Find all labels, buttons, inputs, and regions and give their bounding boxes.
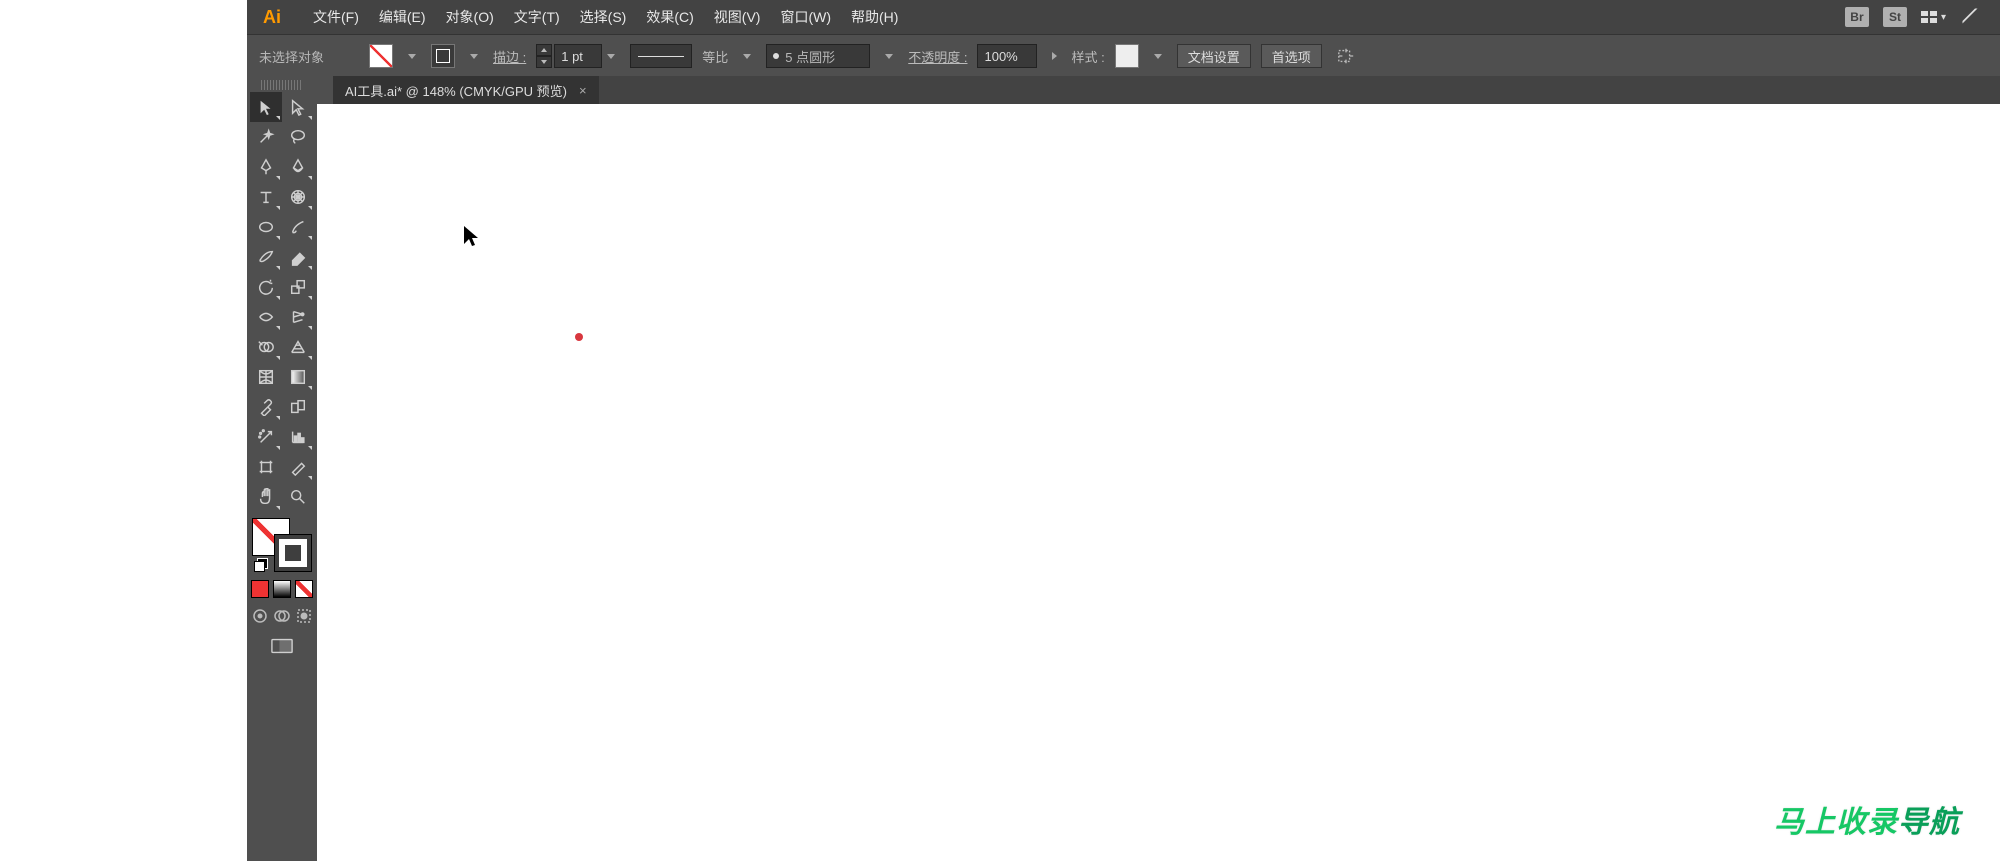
gpu-preview-icon[interactable]	[1960, 6, 1980, 29]
symbol-sprayer-tool[interactable]	[250, 422, 282, 452]
document-tab-strip: AI工具.ai* @ 148% (CMYK/GPU 预览) ×	[247, 76, 2000, 104]
column-graph-tool[interactable]	[282, 422, 314, 452]
chevron-down-icon: ▾	[1941, 12, 1946, 23]
color-mode-solid[interactable]	[251, 580, 269, 598]
polar-grid-tool[interactable]	[282, 182, 314, 212]
opacity-label[interactable]: 不透明度 :	[908, 47, 967, 66]
app-logo-icon: Ai	[255, 0, 289, 34]
fill-stroke-swatches[interactable]	[252, 518, 312, 572]
graphic-style-dropdown[interactable]	[1149, 45, 1167, 67]
type-tool[interactable]	[250, 182, 282, 212]
style-label: 样式 :	[1071, 47, 1104, 66]
opacity-value[interactable]: 100%	[977, 44, 1037, 68]
stroke-label[interactable]: 描边 :	[493, 47, 526, 66]
arrange-documents-button[interactable]: ▾	[1921, 11, 1946, 23]
fill-dropdown[interactable]	[403, 45, 421, 67]
stroke-dropdown[interactable]	[465, 45, 483, 67]
stroke-color-swatch[interactable]	[274, 534, 312, 572]
document-tab[interactable]: AI工具.ai* @ 148% (CMYK/GPU 预览) ×	[333, 76, 599, 104]
draw-mode-row	[252, 608, 312, 624]
blend-tool[interactable]	[282, 392, 314, 422]
scale-tool[interactable]	[282, 272, 314, 302]
stroke-swatch[interactable]	[431, 44, 455, 68]
stroke-weight-dropdown[interactable]	[602, 45, 620, 67]
graphic-style-swatch[interactable]	[1115, 44, 1139, 68]
color-mode-none[interactable]	[295, 580, 313, 598]
menu-bar: Ai 文件(F) 编辑(E) 对象(O) 文字(T) 选择(S) 效果(C) 视…	[247, 0, 2000, 34]
perspective-grid-tool[interactable]	[282, 332, 314, 362]
brush-definition[interactable]: 5 点圆形	[766, 44, 870, 68]
screen-mode-button[interactable]	[271, 638, 293, 657]
cursor-icon	[463, 225, 479, 250]
document-setup-button[interactable]: 文档设置	[1177, 44, 1251, 68]
selection-tool[interactable]	[250, 92, 282, 122]
paintbrush-tool[interactable]	[282, 212, 314, 242]
direct-selection-tool[interactable]	[282, 92, 314, 122]
menu-type[interactable]: 文字(T)	[504, 0, 570, 34]
blob-brush-tool[interactable]	[250, 242, 282, 272]
artboard-tool[interactable]	[250, 452, 282, 482]
color-mode-row	[251, 580, 313, 598]
mesh-tool[interactable]	[250, 362, 282, 392]
pen-tool[interactable]	[250, 152, 282, 182]
selection-status: 未选择对象	[259, 47, 359, 66]
brush-dot-icon	[773, 53, 779, 59]
arrange-grid-icon	[1921, 11, 1937, 23]
rotate-tool[interactable]	[250, 272, 282, 302]
draw-behind-icon[interactable]	[274, 608, 290, 624]
stroke-weight-value[interactable]: 1 pt	[554, 44, 602, 68]
red-anchor-point	[575, 333, 583, 341]
watermark-text: 马上收录导航	[1774, 797, 1960, 841]
fill-swatch[interactable]	[369, 44, 393, 68]
canvas[interactable]	[317, 104, 2000, 861]
stroke-weight-field[interactable]: 1 pt	[536, 44, 620, 68]
brush-dropdown[interactable]	[880, 45, 898, 67]
eraser-tool[interactable]	[282, 242, 314, 272]
stroke-weight-stepper[interactable]	[536, 44, 552, 68]
menu-file[interactable]: 文件(F)	[303, 0, 369, 34]
menu-help[interactable]: 帮助(H)	[841, 0, 908, 34]
slice-tool[interactable]	[282, 452, 314, 482]
ellipse-tool[interactable]	[250, 212, 282, 242]
swap-default-colors-icon[interactable]	[254, 561, 265, 572]
stroke-profile-preview[interactable]	[630, 44, 692, 68]
stroke-profile-label: 等比	[702, 47, 728, 66]
toolbox-grip-icon[interactable]	[261, 80, 303, 90]
zoom-tool[interactable]	[282, 482, 314, 512]
tool-grid	[250, 92, 314, 512]
toolbox	[247, 76, 317, 861]
width-tool[interactable]	[250, 302, 282, 332]
stock-badge-icon[interactable]: St	[1883, 7, 1907, 27]
align-to-icon[interactable]	[1336, 46, 1356, 66]
opacity-more-icon[interactable]	[1047, 45, 1061, 67]
draw-inside-icon[interactable]	[296, 608, 312, 624]
menu-window[interactable]: 窗口(W)	[770, 0, 841, 34]
curvature-tool[interactable]	[282, 152, 314, 182]
gradient-tool[interactable]	[282, 362, 314, 392]
puppet-warp-tool[interactable]	[282, 302, 314, 332]
control-bar: 未选择对象 描边 : 1 pt 等比 5 点圆形 不透明度 : 100% 样式 …	[247, 34, 2000, 78]
shape-builder-tool[interactable]	[250, 332, 282, 362]
menu-edit[interactable]: 编辑(E)	[369, 0, 436, 34]
hand-tool[interactable]	[250, 482, 282, 512]
color-mode-gradient[interactable]	[273, 580, 291, 598]
menu-object[interactable]: 对象(O)	[436, 0, 504, 34]
close-tab-icon[interactable]: ×	[579, 83, 587, 98]
stroke-profile-dropdown[interactable]	[738, 45, 756, 67]
lasso-tool[interactable]	[282, 122, 314, 152]
brush-label: 5 点圆形	[785, 47, 835, 66]
menu-effect[interactable]: 效果(C)	[636, 0, 703, 34]
preferences-button[interactable]: 首选项	[1261, 44, 1322, 68]
menu-select[interactable]: 选择(S)	[570, 0, 637, 34]
draw-normal-icon[interactable]	[252, 608, 268, 624]
magic-wand-tool[interactable]	[250, 122, 282, 152]
document-tab-title: AI工具.ai* @ 148% (CMYK/GPU 预览)	[345, 81, 567, 100]
bridge-badge-icon[interactable]: Br	[1845, 7, 1869, 27]
menu-view[interactable]: 视图(V)	[704, 0, 771, 34]
eyedropper-tool[interactable]	[250, 392, 282, 422]
